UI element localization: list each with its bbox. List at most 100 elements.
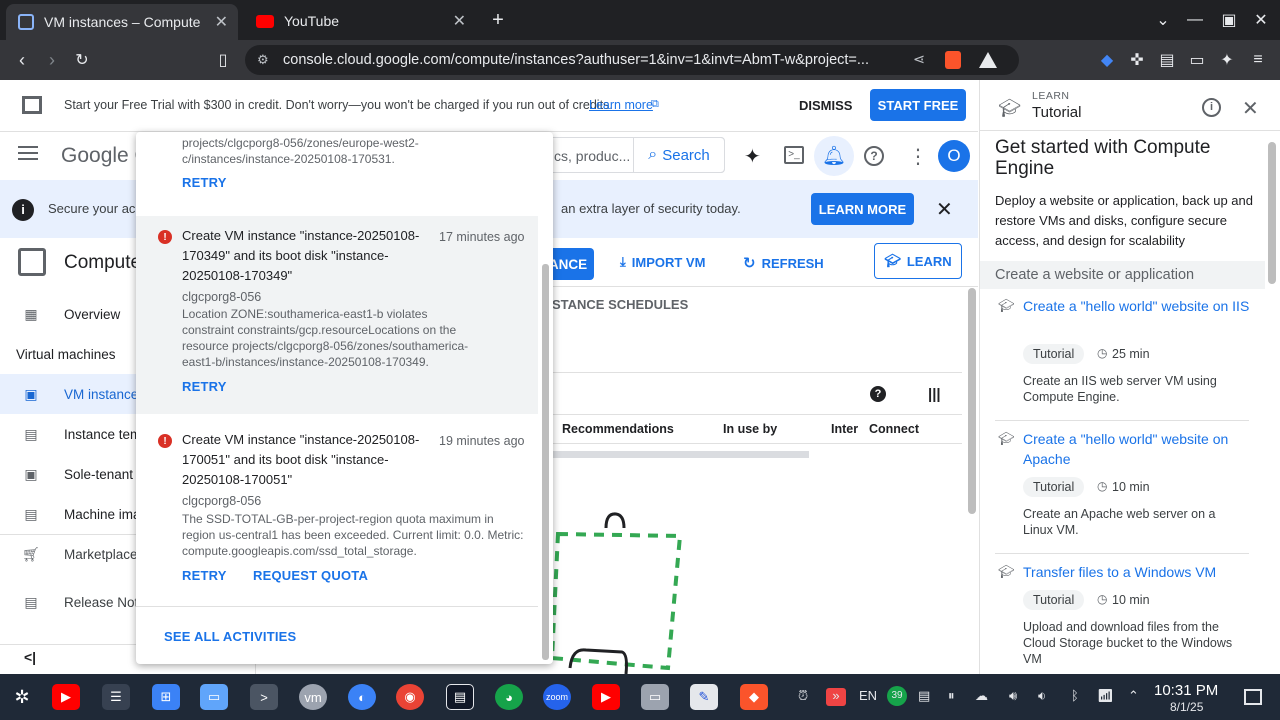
dismiss-button[interactable]: DISMISS [799,98,852,113]
extensions-icon[interactable]: ✜ [1125,48,1149,72]
notification-item[interactable]: ! Create VM instance "instance-20250108-… [136,216,538,414]
tray-app-icon[interactable]: » [826,688,846,706]
leo-ai-icon[interactable]: ✦ [1215,48,1239,72]
back-icon[interactable]: ‹ [10,48,34,72]
panel-scrollbar[interactable] [1268,142,1276,284]
share-icon[interactable]: ⋖ [913,52,925,68]
tray-expand-icon[interactable]: ⌃ [1128,688,1139,704]
notifications-scrollbar[interactable] [542,264,549,660]
notifications-icon[interactable]: 🔔︎ [814,136,854,176]
browser-app-icon[interactable]: ◐ [348,684,376,710]
pause-icon[interactable]: ⏸︎ [948,688,955,704]
search-box[interactable]: cs, produc... ⌕ Search [545,137,725,173]
screen-app-icon[interactable]: ▤ [446,684,474,710]
menu-icon[interactable]: ≡ [1246,48,1270,72]
sidebar-icon[interactable]: ▤ [1155,48,1179,72]
more-options-icon[interactable]: ⋮ [908,144,928,169]
new-tab-icon[interactable]: + [486,8,510,32]
cloud-icon[interactable]: ☁︎ [975,688,988,704]
close-banner-icon[interactable]: ✕ [936,197,953,222]
tab-youtube[interactable]: YouTube ✕ [244,6,476,36]
close-tab-icon[interactable]: ✕ [215,12,228,32]
reload-icon[interactable]: ↻ [70,48,94,72]
wallet-icon[interactable]: ◆ [1095,48,1119,72]
wifi-icon[interactable]: 📶︎ [1097,688,1114,704]
alarm-icon[interactable]: ⏰︎ [798,688,808,704]
editor-app-icon[interactable]: ✎ [690,684,718,710]
col-recommendations[interactable]: Recommendations [562,422,674,436]
window-app-icon[interactable]: ▭ [641,684,669,710]
app-launcher-icon[interactable]: ✲ [8,684,36,710]
retry-button[interactable]: RETRY [182,379,227,394]
notification-item[interactable]: ! Create VM instance "instance-20250108-… [136,420,538,600]
show-desktop-icon[interactable] [1244,689,1262,705]
store-app-icon[interactable]: ⊞ [152,684,180,710]
tab-instance-schedules[interactable]: STANCE SCHEDULES [552,297,688,312]
tab-search-icon[interactable]: ⌄ [1151,8,1175,32]
settings-app-icon[interactable]: ☰ [102,684,130,710]
close-window-icon[interactable]: ✕ [1249,8,1273,32]
start-free-button[interactable]: START FREE [870,89,966,121]
forward-icon[interactable]: › [40,48,64,72]
column-display-icon[interactable]: ||| [928,386,941,403]
terminal-app-icon[interactable]: > [250,684,278,710]
tutorial-title[interactable]: Create a "hello world" website on Apache [1023,429,1253,469]
tutorial-title[interactable]: Transfer files to a Windows VM [1023,562,1253,582]
info-icon[interactable]: i [1202,98,1221,117]
gift-icon [22,96,42,114]
tutorial-card[interactable]: 🎓︎ Create a "hello world" website on Apa… [980,427,1265,555]
youtube-music-icon[interactable]: ▶ [592,684,620,710]
avatar[interactable]: O [938,140,970,172]
volume-2-icon[interactable]: 🔉︎ [1038,688,1046,704]
tutorial-card[interactable]: 🎓︎ Transfer files to a Windows VM Tutori… [980,560,1265,674]
help-circle-icon[interactable]: ? [870,386,886,402]
retry-button[interactable]: RETRY [182,175,227,190]
bookmark-icon[interactable]: ▯ [211,48,235,72]
import-vm-button[interactable]: ⤓ IMPORT VM [620,254,705,270]
tutorial-card[interactable]: 🎓︎ Create a "hello world" website on IIS… [980,294,1265,422]
brave-rewards-icon[interactable] [979,52,997,68]
chat-app-icon[interactable]: ◕ [495,684,523,710]
gemini-icon[interactable]: ✦ [744,144,761,169]
cloud-shell-icon[interactable]: >_ [784,146,804,164]
horizontal-scrollbar[interactable] [552,451,809,458]
banner-learn-more-button[interactable]: LEARN MORE [811,193,914,225]
bluetooth-icon[interactable]: ᛒ [1071,688,1079,703]
help-icon[interactable]: ? [864,146,884,166]
files-app-icon[interactable]: ▭ [200,684,228,710]
clipboard-icon[interactable]: ▤ [918,688,930,704]
close-panel-icon[interactable]: ✕ [1242,96,1259,121]
retry-button[interactable]: RETRY [182,568,227,583]
learn-button[interactable]: 🎓︎ LEARN [874,243,962,279]
brave-shield-icon[interactable] [945,51,961,69]
clock-time[interactable]: 10:31 PM [1154,682,1218,699]
zoom-app-icon[interactable]: zoom [543,684,571,710]
notification-badge[interactable]: 39 [887,686,907,706]
col-internal-ip[interactable]: Inter [831,422,858,436]
chrome-app-icon[interactable]: ◉ [396,684,424,710]
site-info-icon[interactable]: ⚙ [257,52,269,68]
maximize-icon[interactable]: ▣ [1217,8,1241,32]
clock-date[interactable]: 8/1/25 [1170,700,1203,714]
vertical-scrollbar[interactable] [968,288,976,514]
promo-learn-more-link[interactable]: Learn more [589,98,653,112]
brave-app-icon[interactable]: ◆ [740,684,768,710]
col-in-use-by[interactable]: In use by [723,422,777,436]
language-indicator[interactable]: EN [859,688,877,703]
wallet-card-icon[interactable]: ▭ [1185,48,1209,72]
see-all-activities-link[interactable]: SEE ALL ACTIVITIES [164,629,296,644]
youtube-app-icon[interactable]: ▶ [52,684,80,710]
close-tab-icon[interactable]: ✕ [453,11,466,31]
volume-icon[interactable]: 🔊︎ [1009,688,1017,704]
tab-vm-instances[interactable]: VM instances – Compute En ✕ [6,4,238,40]
refresh-button[interactable]: ↻ REFRESH [743,254,824,272]
search-input[interactable]: cs, produc... [554,148,630,164]
url-field[interactable]: ⚙ console.cloud.google.com/compute/insta… [245,45,1019,75]
minimize-icon[interactable]: — [1183,8,1207,32]
tutorial-title[interactable]: Create a "hello world" website on IIS [1023,296,1253,316]
request-quota-button[interactable]: REQUEST QUOTA [253,568,368,583]
col-connect[interactable]: Connect [869,422,919,436]
hamburger-menu-icon[interactable] [18,146,38,160]
search-button[interactable]: ⌕ Search [633,137,725,173]
vmware-app-icon[interactable]: vm [299,684,327,710]
